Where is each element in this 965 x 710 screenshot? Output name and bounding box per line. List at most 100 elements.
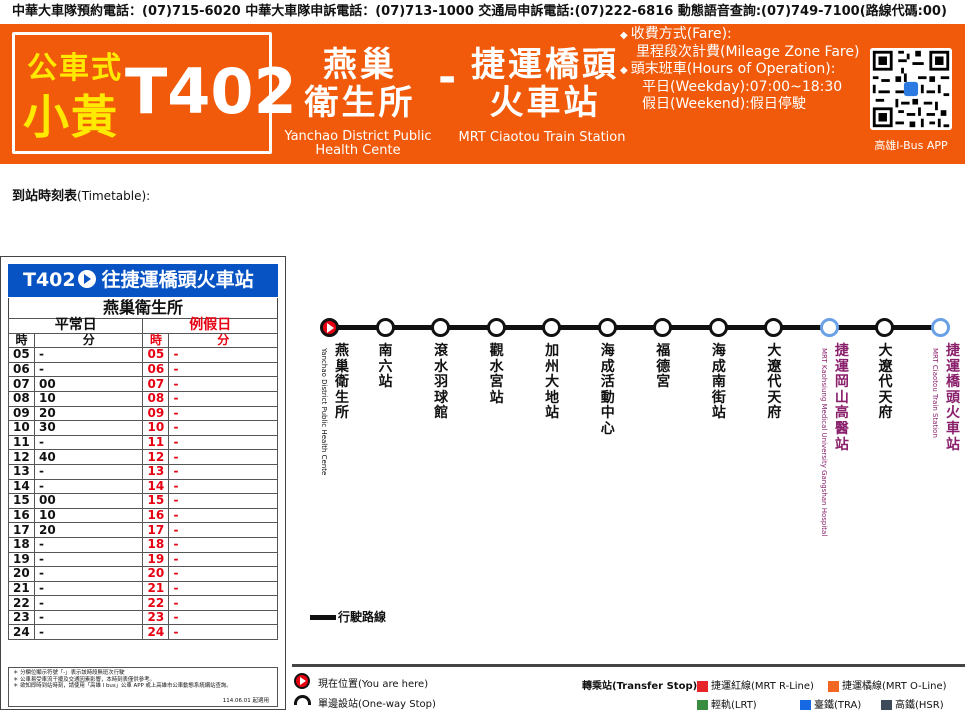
station-marker[interactable] [819,318,839,337]
weekday-hour-cell: 14 [8,478,35,495]
holiday-minute-cell: - [168,420,278,436]
weekday-hour-cell: 20 [8,566,35,582]
station-marker[interactable] [875,318,895,337]
weekday-hour-cell: 08 [8,390,35,407]
current-station-marker[interactable] [320,318,339,337]
timetable-row: 06-06- [8,361,278,378]
holiday-minute-cell: - [168,376,278,392]
transfer-lrt: 輕軌(LRT) [697,696,757,710]
station-marker[interactable] [708,318,728,337]
timetable-row: 21-21- [8,580,278,597]
transfer-item-label: 高鐵(HSR) [895,700,944,710]
timetable-notes: ＊ 分欄位顯示符號「-」表示該時段無班次行駛 ＊ 公車易受車流干擾及交通因素影響… [8,667,278,707]
destination-name-line1: 捷運橋頭 [471,45,619,85]
station-marker[interactable] [653,318,673,337]
weekday-hour-cell: 19 [8,551,35,568]
holiday-minute-cell: - [168,566,278,582]
timetable-panel: T402 往捷運橋頭火車站 燕巢衛生所 平常日 例假日 時 分 時 分 05-05… [0,256,286,710]
weekday-minute-cell: - [33,624,144,641]
holiday-minute-cell: - [168,536,278,553]
transfer-item-label: 捷運紅線(MRT R-Line) [711,681,814,692]
holiday-minute-cell: - [168,609,278,626]
weekday-hour-cell: 06 [8,361,35,378]
station-name: 捷運橋頭火車站 [946,343,960,453]
timetable-row: 11-11- [8,434,278,451]
transfer-mrt-red: 捷運紅線(MRT R-Line) [697,677,814,692]
weekday-minute-cell: 40 [33,449,144,465]
hotline-bar: 中華大車隊預約電話：(07)715-6020 中華大車隊申訴電話：(07)713… [0,0,965,24]
station-marker[interactable] [486,318,506,337]
origin-name: 燕巢 衛生所 [290,46,430,122]
holiday-minute-cell: - [168,493,278,509]
weekday-minute-cell: - [33,434,144,451]
station-name: 南六站 [378,343,393,391]
holiday-minute-cell: - [168,390,278,407]
weekday-minute-cell: 20 [33,405,144,422]
origin-name-en: Yanchao District Public Health Cente [284,129,432,158]
weekday-hour-cell: 07 [8,376,35,392]
route-line-legend: 行駛路線 [310,608,386,625]
weekday-hour-cell: 23 [8,609,35,626]
route-badge: 公車式 小黃 T402 [12,32,297,154]
holiday-hour-cell: 11 [142,434,170,451]
diamond-icon: ◆ [620,65,628,76]
holiday-minute-cell: - [168,347,278,363]
route-line [330,325,942,330]
hours-title: 頭末班車(Hours of Operation): [630,61,836,77]
holiday-hour-cell: 12 [142,449,170,465]
timetable-row: 23-23- [8,609,278,626]
route-dash: - [438,52,457,103]
mrt-red-swatch [697,680,708,692]
route-number: T402 [125,55,297,128]
weekday-minute-cell: - [33,463,144,480]
lrt-swatch [697,699,708,710]
timetable-row: 10 30 10- [8,420,278,436]
holiday-hour-cell: 20 [142,566,170,582]
station-marker[interactable] [597,318,617,337]
weekday-minute-cell: 30 [33,420,144,436]
holiday-minute-cell: - [168,507,278,524]
holiday-hour-cell: 23 [142,609,170,626]
station-name: 海成南街站 [711,343,726,422]
station-marker[interactable] [931,318,950,337]
timetable-row: 15 00 15- [8,493,278,509]
weekday-minute-cell: - [33,551,144,568]
weekday-header: 平常日 [7,318,144,334]
legend-footer: 現在位置(You are here) 單邊設站(One-way Stop) 轉乘… [292,664,965,710]
you-are-here-legend: 現在位置(You are here) [294,673,428,690]
transfer-hsr: 高鐵(HSR) [881,696,944,710]
brand-name: 小黃 [23,90,119,144]
panel-route-number: T402 [23,269,76,291]
holiday-hour-cell: 06 [142,361,170,378]
direction-arrow-icon [77,270,96,288]
timetable-heading-en: (Timetable): [77,189,151,203]
weekday-minute-cell: 00 [33,493,144,509]
holiday-minute-cell: - [168,478,278,495]
qr-code-icon [870,48,952,130]
weekday-hour-cell: 21 [8,580,35,597]
holiday-minute-cell: - [168,405,278,422]
holiday-minute-cell: - [168,361,278,378]
weekday-hour-cell: 24 [8,624,35,641]
station-name: 燕巢衛生所 [335,343,349,422]
ibus-qr-code[interactable] [870,48,952,130]
station-name: 加州大地站 [545,343,560,422]
timetable-header: T402 往捷運橋頭火車站 [8,264,278,297]
station-name: 大遼代天府 [767,343,782,422]
timetable-row: 17 20 17- [8,522,278,538]
weekday-minute-cell: 20 [33,522,144,538]
station-marker[interactable] [542,318,562,337]
station-marker[interactable] [431,318,451,337]
timetable-heading-zh: 到站時刻表 [12,189,78,204]
station-marker[interactable] [764,318,784,337]
weekday-hour-cell: 13 [8,463,35,480]
panel-direction: 往捷運橋頭火車站 [101,269,254,291]
station-name: 滾水羽球館 [434,343,449,422]
transfer-item-label: 捷運橘線(MRT O-Line) [842,681,947,692]
mrt-orange-swatch [828,680,839,692]
weekday-hour-cell: 16 [8,507,35,524]
station-marker[interactable] [375,318,395,337]
station-name: 觀水宮站 [489,343,504,406]
station-name: 福德宮 [656,343,671,391]
weekday-minute-cell: - [33,566,144,582]
